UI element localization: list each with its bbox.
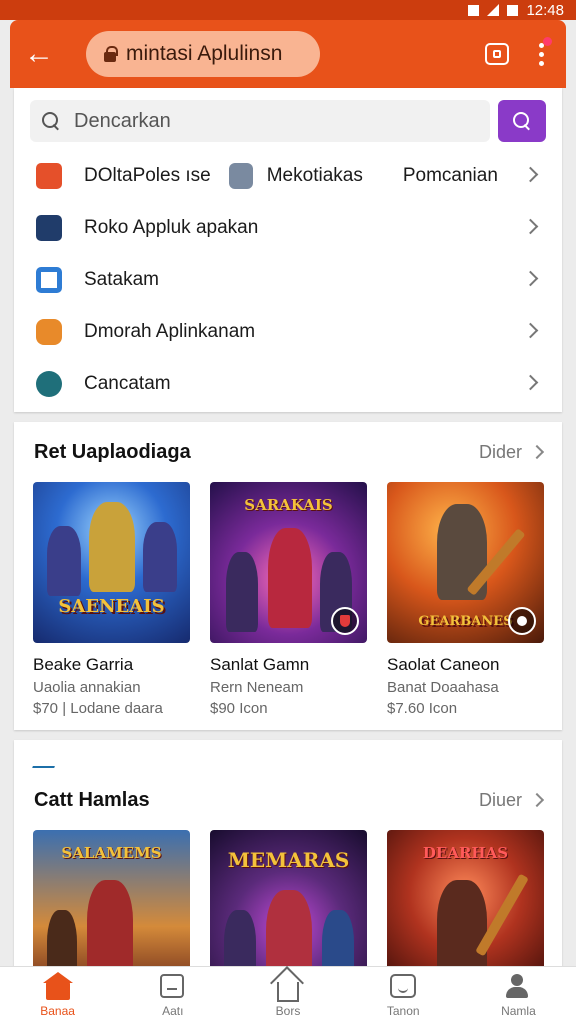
category-icon bbox=[36, 371, 62, 397]
search-icon bbox=[42, 112, 60, 130]
nav-item-bors[interactable]: Bors bbox=[230, 967, 345, 1024]
game-subtitle: Uaolia annakian bbox=[33, 679, 141, 696]
game-art-title: DEARHAS bbox=[422, 844, 509, 862]
category-item[interactable]: Satakam bbox=[14, 254, 562, 306]
nav-label: Tanon bbox=[386, 1003, 420, 1018]
game-art-title: SARAKAIS bbox=[244, 496, 333, 514]
nav-label: Bors bbox=[275, 1003, 301, 1018]
game-card[interactable]: SAENEAIS Beake Garria Uaolia annakian $7… bbox=[33, 482, 190, 717]
status-time: 12:48 bbox=[526, 1, 564, 19]
tabs-icon[interactable] bbox=[485, 43, 509, 65]
apps-box-icon bbox=[159, 973, 186, 998]
lock-icon bbox=[104, 46, 118, 62]
nav-item-tanon[interactable]: Tanon bbox=[346, 967, 461, 1024]
search-field[interactable] bbox=[30, 100, 491, 142]
shield-badge-icon bbox=[331, 607, 359, 635]
category-item[interactable]: Dmorah Aplinkanam bbox=[14, 306, 562, 358]
avatar bbox=[228, 163, 253, 189]
home-filled-icon bbox=[42, 971, 73, 1000]
home-outline-icon bbox=[275, 974, 301, 1002]
game-price: $7.60 Icon bbox=[387, 700, 458, 717]
game-art-title: SAENEAIS bbox=[58, 596, 165, 617]
badge-icon bbox=[508, 607, 536, 635]
game-price: $70 | Lodane daara bbox=[33, 700, 163, 717]
category-icon bbox=[36, 215, 62, 241]
game-art-title: MEMARAS bbox=[227, 848, 350, 872]
game-name: Beake Garria bbox=[33, 655, 134, 674]
category-label: Cancatam bbox=[84, 373, 171, 394]
game-artwork: SAENEAIS bbox=[33, 482, 190, 643]
game-name: Sanlat Gamn bbox=[210, 655, 310, 674]
category-label: Dmorah Aplinkanam bbox=[84, 321, 256, 342]
search-icon bbox=[513, 112, 531, 130]
nav-item-home[interactable]: Banaa bbox=[0, 967, 115, 1024]
see-more-link[interactable]: Diuer bbox=[478, 789, 545, 811]
url-bar[interactable]: mintasi Aplulinsn bbox=[86, 31, 320, 77]
game-subtitle: Banat Doaahasa bbox=[387, 679, 499, 696]
game-subtitle: Rern Neneam bbox=[210, 679, 304, 696]
game-card[interactable]: SARAKAIS Sanlat Gamn Rern Neneam $90 Ico… bbox=[210, 482, 367, 717]
search-button[interactable] bbox=[498, 100, 546, 142]
chevron-right-icon bbox=[522, 218, 539, 235]
nav-label: Banaa bbox=[40, 1003, 75, 1018]
nav-label: Aatı bbox=[162, 1003, 184, 1018]
section-mark-icon bbox=[32, 758, 58, 768]
see-more-link[interactable]: Dider bbox=[478, 441, 545, 463]
status-bar: 12:48 bbox=[0, 0, 576, 20]
game-card[interactable]: GEARBANES Saolat Caneon Banat Doaahasa $… bbox=[387, 482, 544, 717]
game-art-title: SALAMEMS bbox=[61, 844, 162, 862]
chevron-right-icon bbox=[522, 166, 539, 183]
section-title: Catt Hamlas bbox=[34, 788, 150, 811]
game-artwork: GEARBANES bbox=[387, 482, 544, 643]
category-icon bbox=[36, 163, 62, 189]
game-name: Saolat Caneon bbox=[387, 655, 500, 674]
chevron-right-icon bbox=[529, 792, 545, 808]
category-icon bbox=[36, 319, 62, 345]
search-categories-card: DOltaPoles ıse Mekotiakas Pomcanian Roko… bbox=[14, 88, 562, 412]
see-more-label: Dider bbox=[478, 441, 522, 462]
category-label: DOltaPoles ıse bbox=[84, 165, 211, 186]
category-tail-label: Pomcanian bbox=[402, 165, 498, 186]
battery-icon bbox=[507, 4, 519, 16]
nav-item-apps[interactable]: Aatı bbox=[115, 967, 230, 1024]
more-menu-icon[interactable] bbox=[539, 36, 552, 66]
chevron-right-icon bbox=[522, 322, 539, 339]
chevron-right-icon bbox=[522, 374, 539, 391]
notification-icon bbox=[468, 4, 480, 16]
category-item[interactable]: DOltaPoles ıse Mekotiakas Pomcanian bbox=[14, 150, 562, 202]
smile-box-icon bbox=[390, 973, 417, 998]
section-title: Ret Uaplaodiaga bbox=[34, 440, 191, 463]
user-icon bbox=[505, 973, 531, 998]
notification-dot bbox=[543, 36, 552, 46]
category-list: DOltaPoles ıse Mekotiakas Pomcanian Roko… bbox=[14, 150, 562, 410]
game-artwork: SARAKAIS bbox=[210, 482, 367, 643]
url-text: mintasi Aplulinsn bbox=[126, 42, 283, 65]
search-input[interactable] bbox=[74, 109, 454, 133]
category-extra-label: Mekotiakas bbox=[266, 165, 363, 186]
see-more-label: Diuer bbox=[478, 789, 522, 810]
game-section: Catt Hamlas Diuer SALAMEMS MEMARAS DEARH… bbox=[14, 740, 562, 991]
game-price: $90 Icon bbox=[210, 700, 268, 717]
chevron-right-icon bbox=[522, 270, 539, 287]
category-item[interactable]: Cancatam bbox=[14, 358, 562, 410]
category-icon bbox=[36, 267, 62, 293]
chevron-right-icon bbox=[529, 444, 545, 460]
category-item[interactable]: Roko Appluk apakan bbox=[14, 202, 562, 254]
nav-label: Namla bbox=[501, 1003, 536, 1018]
app-bar: ← mintasi Aplulinsn bbox=[10, 20, 566, 88]
game-section: Ret Uaplaodiaga Dider SAENEAIS Beake Gar… bbox=[14, 422, 562, 730]
back-arrow-icon[interactable]: ← bbox=[24, 39, 64, 69]
signal-icon bbox=[487, 4, 500, 16]
category-label: Satakam bbox=[84, 269, 159, 290]
category-label: Roko Appluk apakan bbox=[84, 217, 259, 238]
bottom-navigation: Banaa Aatı Bors Tanon Namla bbox=[0, 966, 576, 1024]
nav-item-profile[interactable]: Namla bbox=[461, 967, 576, 1024]
